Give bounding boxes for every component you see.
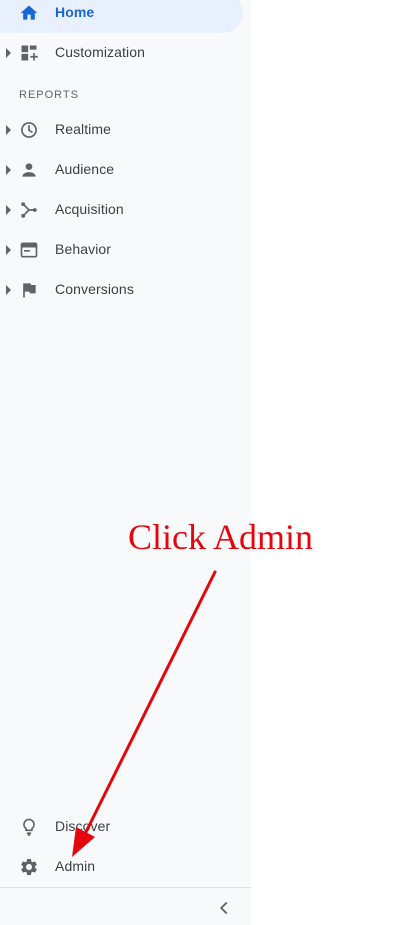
nav-item-realtime[interactable]: Realtime bbox=[0, 110, 251, 150]
nav-item-home[interactable]: Home bbox=[0, 0, 243, 33]
nav-item-label: Home bbox=[55, 4, 95, 20]
dashboard-icon bbox=[19, 43, 39, 63]
expand-caret-icon[interactable] bbox=[6, 48, 11, 58]
nav-item-behavior[interactable]: Behavior bbox=[0, 230, 251, 270]
nav-item-admin[interactable]: Admin bbox=[0, 847, 251, 887]
expand-caret-icon[interactable] bbox=[6, 165, 11, 175]
merge-icon bbox=[19, 200, 39, 220]
expand-caret-icon[interactable] bbox=[6, 205, 11, 215]
collapse-sidebar-button[interactable] bbox=[213, 897, 235, 919]
nav-item-conversions[interactable]: Conversions bbox=[0, 270, 251, 310]
section-header-reports: REPORTS bbox=[19, 89, 79, 101]
nav-item-label: Behavior bbox=[55, 241, 112, 257]
nav-item-label: Realtime bbox=[55, 121, 112, 137]
nav-item-acquisition[interactable]: Acquisition bbox=[0, 190, 251, 230]
expand-caret-icon[interactable] bbox=[6, 245, 11, 255]
nav-item-label: Acquisition bbox=[55, 201, 124, 217]
expand-caret-icon[interactable] bbox=[6, 125, 11, 135]
nav-item-label: Conversions bbox=[55, 281, 134, 297]
nav-item-customization[interactable]: Customization bbox=[0, 33, 251, 73]
nav-item-discover[interactable]: Discover bbox=[0, 807, 251, 847]
annotation-text: Click Admin bbox=[128, 517, 314, 557]
nav-item-label: Customization bbox=[55, 44, 146, 60]
chevron-left-icon bbox=[219, 901, 228, 915]
nav-item-label: Discover bbox=[55, 818, 111, 834]
person-icon bbox=[19, 160, 39, 180]
home-icon bbox=[19, 3, 39, 23]
lightbulb-icon bbox=[19, 817, 39, 837]
nav-item-label: Audience bbox=[55, 161, 115, 177]
nav-item-audience[interactable]: Audience bbox=[0, 150, 251, 190]
footer-divider bbox=[0, 887, 251, 888]
flag-icon bbox=[19, 280, 39, 300]
nav-item-label: Admin bbox=[55, 858, 96, 874]
expand-caret-icon[interactable] bbox=[6, 285, 11, 295]
gear-icon bbox=[19, 857, 39, 877]
clock-icon bbox=[19, 120, 39, 140]
sidebar: Home Customization REPORTS Realtime Audi… bbox=[0, 0, 251, 925]
web-icon bbox=[19, 240, 39, 260]
